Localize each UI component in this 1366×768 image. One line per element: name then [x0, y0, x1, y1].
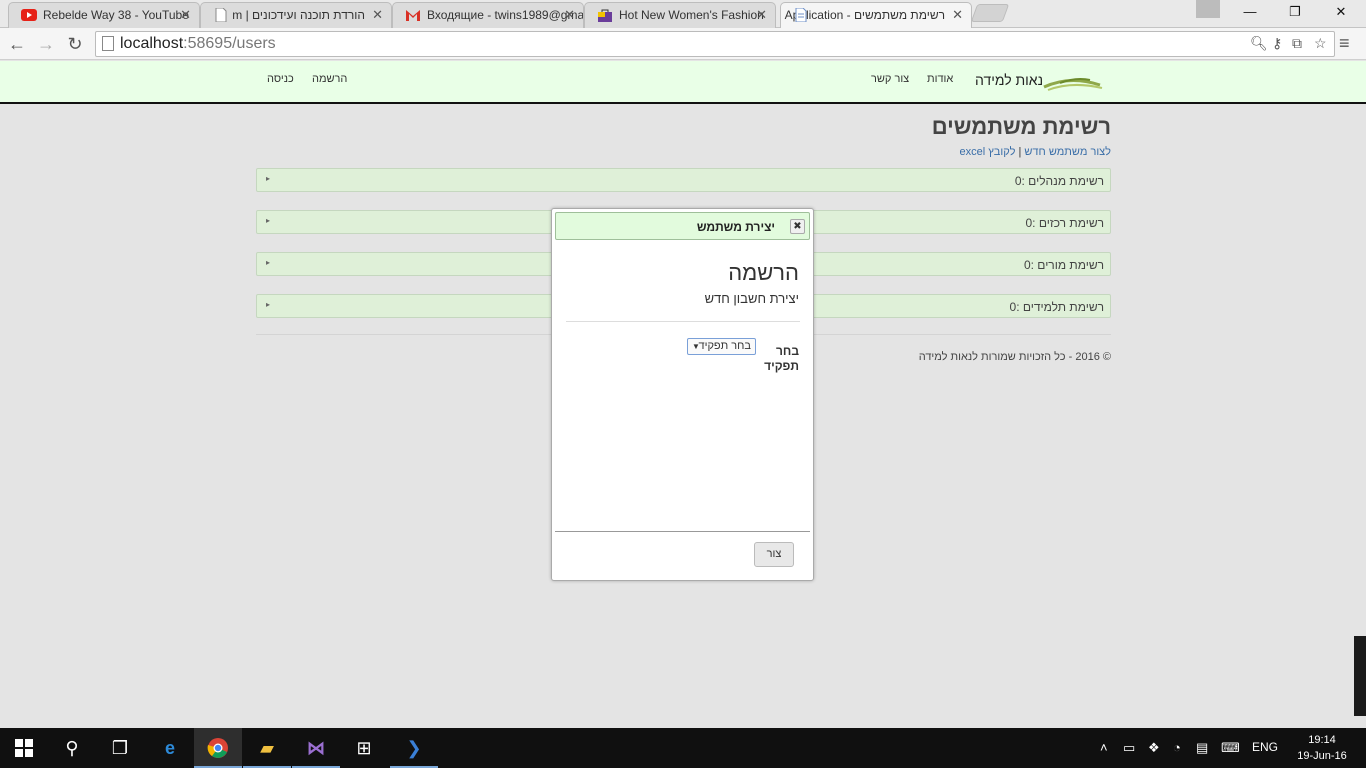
- dialog-title: יצירת משתמש: [696, 220, 775, 234]
- browser-tab-active[interactable]: רשימת משתמשים - Application ✕: [780, 2, 972, 28]
- dialog-header[interactable]: יצירת משתמש ✖: [555, 212, 810, 240]
- new-tab-button[interactable]: [970, 4, 1010, 22]
- browser-tab-strip: Rebelde Way 38 - YouTube ✕ הורדת תוכנה ו…: [0, 0, 1366, 28]
- link-separator: |: [1018, 146, 1022, 158]
- battery-icon[interactable]: ▭: [1123, 740, 1135, 756]
- visual-studio-icon[interactable]: ⋈: [292, 728, 340, 768]
- create-user-link[interactable]: לצור משתמש חדש: [1024, 146, 1111, 158]
- panel-label: רשימת רכזים :0: [1025, 216, 1104, 230]
- excel-link[interactable]: לקובץ excel: [959, 146, 1015, 158]
- expand-arrow-icon[interactable]: ▸: [266, 174, 270, 183]
- nav-contact[interactable]: צור קשר: [871, 73, 909, 85]
- dialog-footer-divider: [555, 531, 810, 532]
- close-icon[interactable]: ✕: [564, 3, 575, 27]
- minimize-button[interactable]: —: [1227, 0, 1273, 24]
- address-bar[interactable]: localhost:58695/users 🔍︎ ⚷ ⧉ ☆: [95, 31, 1335, 57]
- task-view-icon[interactable]: ❐: [96, 728, 144, 768]
- tab-title: רשימת משתמשים - Application: [784, 8, 945, 22]
- nav-about[interactable]: אודות: [927, 73, 953, 85]
- store-icon[interactable]: ⊞: [340, 728, 388, 768]
- tab-title: Rebelde Way 38 - YouTube: [43, 8, 189, 22]
- role-select[interactable]: בחר תפקיד ▼: [687, 338, 756, 355]
- expand-arrow-icon[interactable]: ▸: [266, 300, 270, 309]
- divider: [566, 321, 800, 322]
- browser-tab[interactable]: Входящие - twins1989@gmail ✕: [392, 2, 584, 28]
- tab-title: Входящие - twins1989@gmail: [427, 8, 584, 22]
- url-path: :58695/users: [183, 35, 276, 52]
- start-button[interactable]: [0, 728, 48, 768]
- edge-browser-icon[interactable]: e: [146, 728, 194, 768]
- bookmark-star-icon[interactable]: ☆: [1314, 35, 1327, 52]
- create-user-dialog: יצירת משתמש ✖ הרשמה יצירת חשבון חדש בחר …: [551, 208, 814, 581]
- close-icon[interactable]: ✕: [756, 3, 767, 27]
- clock[interactable]: 19:14 19-Jun-16: [1294, 732, 1350, 764]
- chrome-icon[interactable]: [194, 728, 242, 768]
- browser-tab[interactable]: הורדת תוכנה ועידכונים | m ✕: [200, 2, 392, 28]
- wifi-icon[interactable]: ◔: [1173, 740, 1181, 755]
- tab-title: Hot New Women's Fashion: [619, 8, 764, 22]
- tab-title: הורדת תוכנה ועידכונים | m: [232, 8, 365, 22]
- language-indicator[interactable]: ENG: [1252, 740, 1278, 754]
- translate-icon[interactable]: ⧉: [1292, 35, 1302, 52]
- expand-arrow-icon[interactable]: ▸: [266, 216, 270, 225]
- close-window-button[interactable]: ✕: [1318, 0, 1364, 24]
- file-explorer-icon[interactable]: ▰: [243, 728, 291, 768]
- role-select-value: בחר תפקיד: [698, 340, 751, 352]
- page-action-links: לצור משתמש חדש | לקובץ excel: [959, 146, 1111, 158]
- register-heading: הרשמה: [728, 260, 799, 285]
- managers-panel[interactable]: רשימת מנהלים :0 ▸: [256, 168, 1111, 192]
- reload-icon[interactable]: ↻: [63, 32, 87, 56]
- close-icon[interactable]: ✕: [372, 3, 383, 27]
- url-text: localhost:58695/users: [120, 35, 276, 53]
- panel-label: רשימת מנהלים :0: [1014, 174, 1104, 188]
- brand-name[interactable]: נאות למידה: [975, 72, 1043, 88]
- page-title: רשימת משתמשים: [931, 114, 1111, 139]
- chrome-logo-icon: [207, 738, 228, 758]
- window-edge: [1354, 636, 1366, 716]
- powershell-icon[interactable]: ❯: [390, 728, 438, 768]
- key-icon[interactable]: ⚷: [1272, 35, 1282, 52]
- message-icon[interactable]: ▤: [1196, 740, 1208, 756]
- register-subheading: יצירת חשבון חדש: [704, 291, 799, 306]
- chevron-down-icon: ▼: [692, 342, 700, 351]
- nav-login[interactable]: כניסה: [267, 73, 294, 85]
- back-arrow-icon[interactable]: ←: [5, 32, 29, 56]
- restore-button[interactable]: ❐: [1272, 0, 1318, 24]
- taskbar: ⚲ ❐ e ▰ ⋈ ⊞ ❯ ˄ ▭ ❖ ◔ ▤ ⌨ ENG 19:14 19-J…: [0, 728, 1366, 768]
- browser-toolbar: ← → ↻ localhost:58695/users 🔍︎ ⚷ ⧉ ☆ ≡: [0, 28, 1366, 60]
- close-icon[interactable]: ✕: [180, 3, 191, 27]
- zoom-icon[interactable]: 🔍︎: [1250, 35, 1268, 52]
- panel-label: רשימת תלמידים :0: [1009, 300, 1104, 314]
- close-icon[interactable]: ✕: [952, 3, 963, 27]
- site-navbar: נאות למידה אודות צור קשר הרשמה כניסה: [0, 61, 1366, 104]
- youtube-icon: [21, 9, 37, 21]
- url-host: localhost: [120, 35, 184, 52]
- dropbox-icon[interactable]: ❖: [1148, 740, 1160, 756]
- expand-arrow-icon[interactable]: ▸: [266, 258, 270, 267]
- nav-register[interactable]: הרשמה: [312, 73, 347, 85]
- user-profile-icon[interactable]: [1196, 0, 1220, 18]
- footer-copyright: © 2016 - כל הזכויות שמורות לנאות למידה: [918, 351, 1111, 363]
- close-icon[interactable]: ✖: [790, 219, 805, 234]
- shop-bag-icon: [598, 9, 612, 22]
- windows-logo-icon: [15, 739, 33, 757]
- clock-time: 19:14: [1308, 734, 1336, 746]
- browser-tab[interactable]: Rebelde Way 38 - YouTube ✕: [8, 2, 200, 28]
- page-icon: [795, 8, 807, 22]
- chevron-up-icon[interactable]: ˄: [1100, 740, 1108, 755]
- menu-icon[interactable]: ≡: [1339, 33, 1350, 54]
- logo-icon[interactable]: [1040, 71, 1104, 93]
- keyboard-icon[interactable]: ⌨: [1221, 740, 1240, 756]
- forward-arrow-icon[interactable]: →: [34, 32, 58, 56]
- gmail-icon: [406, 10, 420, 21]
- role-label: בחר תפקיד: [764, 344, 799, 373]
- page-icon: [215, 8, 227, 22]
- create-button[interactable]: צור: [754, 542, 794, 567]
- clock-date: 19-Jun-16: [1297, 750, 1347, 762]
- panel-label: רשימת מורים :0: [1023, 258, 1104, 272]
- browser-tab[interactable]: Hot New Women's Fashion ✕: [584, 2, 776, 28]
- search-icon[interactable]: ⚲: [48, 728, 96, 768]
- page-info-icon[interactable]: [102, 36, 114, 51]
